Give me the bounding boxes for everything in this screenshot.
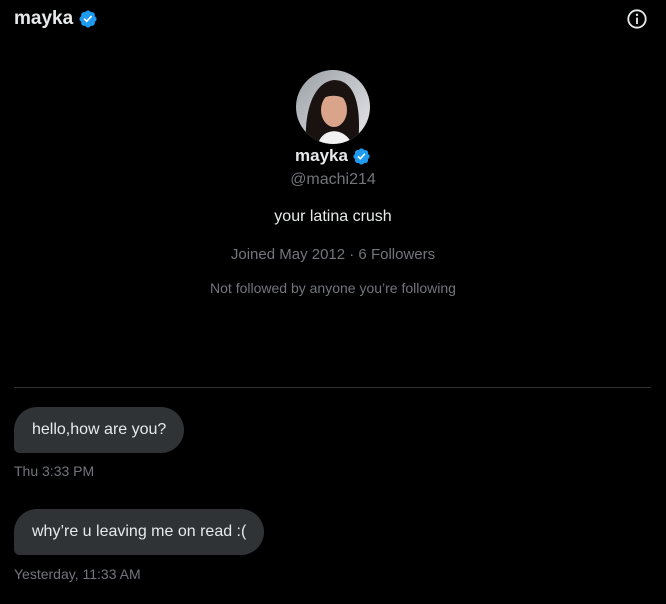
profile-meta: Joined May 2012 · 6 Followers [230,246,436,263]
message-timestamp: Thu 3:33 PM [14,463,95,479]
message-item[interactable]: why’re u leaving me on read :( [14,509,265,555]
profile-avatar-image [296,70,370,144]
conversation-header: mayka [0,0,666,40]
profile-bio: your latina crush [274,208,392,225]
message-item[interactable]: hello,how are you? [14,407,185,453]
avatar[interactable] [296,70,370,144]
profile-name-row: mayka [0,146,666,166]
verified-badge-icon [79,10,97,28]
message-timestamp: Yesterday, 11:33 AM [14,566,141,582]
profile-name: mayka [295,146,348,165]
info-icon[interactable] [626,8,648,30]
profile-mutuals: Not followed by anyone you’re following [210,280,456,296]
profile-handle: @machi214 [290,171,376,188]
header-title-group[interactable]: mayka [14,8,98,30]
verified-badge-icon [353,147,370,165]
header-title: mayka [14,8,74,29]
message-bubble[interactable]: hello,how are you? [14,407,185,453]
message-bubble[interactable]: why’re u leaving me on read :( [14,509,265,555]
profile-card[interactable]: mayka @machi214 your latina crush Joined… [0,70,666,296]
divider [14,387,651,388]
